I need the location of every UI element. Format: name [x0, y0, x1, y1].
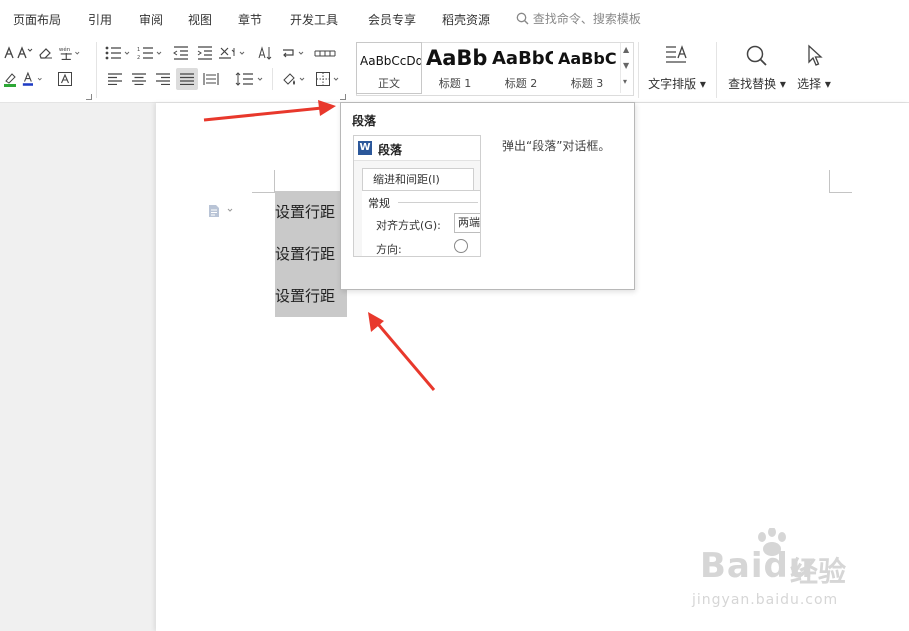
ribbon-separator	[638, 42, 639, 98]
menu-docer[interactable]: 稻壳资源	[442, 11, 490, 28]
paragraph-line[interactable]: 设置行距	[275, 233, 347, 275]
increase-indent-icon[interactable]	[194, 42, 216, 64]
paragraph-dialog-launcher-icon[interactable]	[340, 94, 346, 100]
menu-section[interactable]: 章节	[238, 11, 262, 28]
dialog-preview-tab: 缩进和间距(I)	[362, 168, 474, 191]
group-divider	[398, 202, 478, 203]
dialog-preview-align-value: 两端对齐	[454, 213, 480, 233]
paragraph-line[interactable]: 设置行距	[275, 191, 347, 233]
highlight-color-icon[interactable]	[0, 68, 22, 90]
styles-gallery: AaBbCcDd 正文 AaBb 标题 1 AaBbC 标题 2 AaBbC 标…	[356, 42, 634, 96]
ribbon-separator	[272, 68, 273, 90]
cursor-arrow-icon	[794, 44, 834, 71]
menu-bar: 页面布局 引用 审阅 视图 章节 开发工具 会员专享 稻壳资源 查找命令、搜索模…	[0, 0, 909, 38]
dialog-preview-direction-label: 方向:	[376, 243, 402, 256]
svg-text:2: 2	[137, 55, 140, 60]
show-marks-icon[interactable]	[280, 42, 308, 64]
style-normal[interactable]: AaBbCcDd 正文	[356, 42, 422, 94]
style-heading-1[interactable]: AaBb 标题 1	[423, 43, 487, 93]
align-center-icon[interactable]	[128, 68, 150, 90]
align-left-icon[interactable]	[104, 68, 126, 90]
line-spacing-icon[interactable]	[234, 68, 266, 90]
text-layout-icon	[646, 44, 708, 71]
tooltip-title: 段落	[352, 114, 377, 128]
dialog-preview-title: 段落	[378, 143, 403, 157]
paragraph-dialog-preview: W 段落 缩进和间距(I) 常规 对齐方式(G): 两端对齐 方向:	[353, 135, 481, 257]
phonetic-guide-icon[interactable]: wén	[58, 42, 80, 64]
border-icon[interactable]	[314, 68, 344, 90]
table-tools-icon[interactable]	[312, 42, 338, 64]
style-sample: AaBbC	[558, 49, 617, 68]
style-name: 正文	[378, 77, 400, 90]
dialog-preview-group: 常规	[368, 197, 390, 210]
align-justify-icon[interactable]	[176, 68, 198, 90]
ribbon-separator	[716, 42, 717, 98]
find-replace-label: 查找替换	[728, 77, 777, 91]
search-icon	[726, 44, 788, 71]
watermark-url: jingyan.baidu.com	[692, 592, 839, 608]
shading-icon[interactable]	[280, 68, 310, 90]
chevron-up-icon[interactable]: ▲	[623, 45, 629, 54]
menu-page-layout[interactable]: 页面布局	[13, 11, 61, 28]
page-margin-corner-left	[252, 170, 275, 193]
menu-member[interactable]: 会员专享	[368, 11, 416, 28]
text-layout-button[interactable]: 文字排版 ▾	[646, 44, 708, 92]
align-right-icon[interactable]	[152, 68, 174, 90]
clear-format-icon[interactable]	[34, 42, 56, 64]
command-search[interactable]: 查找命令、搜索模板	[516, 10, 641, 27]
svg-text:wén: wén	[59, 46, 71, 53]
sort-icon[interactable]	[254, 42, 276, 64]
tooltip-description: 弹出“段落”对话框。	[502, 139, 611, 153]
paragraph-tooltip: 段落 弹出“段落”对话框。 W 段落 缩进和间距(I) 常规 对齐方式(G): …	[340, 102, 635, 290]
numbered-list-icon[interactable]: 12	[136, 42, 164, 64]
styles-gallery-scroll[interactable]: ▲ ▼ ▾	[620, 43, 633, 93]
chevron-down-icon[interactable]: ▼	[623, 61, 629, 70]
decrease-indent-icon[interactable]	[170, 42, 192, 64]
font-color-icon[interactable]	[22, 68, 44, 90]
character-border-icon[interactable]	[54, 68, 76, 90]
page-margin-corner-right	[829, 170, 852, 193]
style-heading-3[interactable]: AaBbC 标题 3	[555, 43, 619, 93]
ribbon-toolbar: wén 12 AaBbCcDd 正文 AaBb 标题 1 AaBbC 标题 2 …	[0, 38, 909, 103]
style-sample: AaBbC	[492, 48, 553, 69]
style-name: 标题 1	[438, 77, 472, 90]
ribbon-separator	[96, 42, 97, 98]
find-replace-button[interactable]: 查找替换 ▾	[726, 44, 788, 92]
style-sample: AaBb	[426, 46, 487, 70]
search-placeholder: 查找命令、搜索模板	[532, 12, 641, 26]
baidu-jingyan-watermark: Baidu 经验 jingyan.baidu.com	[692, 528, 892, 618]
dialog-preview-align-label: 对齐方式(G):	[376, 219, 441, 232]
expand-gallery-icon[interactable]: ▾	[623, 77, 627, 86]
svg-text:1: 1	[137, 47, 140, 53]
style-sample: AaBbCcDd	[360, 54, 421, 68]
menu-view[interactable]: 视图	[188, 11, 212, 28]
dialog-preview-radio	[454, 239, 468, 253]
distributed-align-icon[interactable]	[200, 68, 222, 90]
text-layout-label: 文字排版	[648, 77, 697, 91]
watermark-brand-cn: 经验	[790, 555, 847, 588]
paragraph-line[interactable]: 设置行距	[275, 275, 347, 317]
dialog-preview-header: W 段落	[354, 136, 480, 161]
menu-developer[interactable]: 开发工具	[290, 11, 338, 28]
style-heading-2[interactable]: AaBbC 标题 2	[489, 43, 553, 93]
select-button[interactable]: 选择 ▾	[794, 44, 834, 92]
font-dialog-launcher-icon[interactable]	[86, 94, 92, 100]
bullet-list-icon[interactable]	[104, 42, 132, 64]
style-name: 标题 2	[504, 77, 538, 90]
menu-references[interactable]: 引用	[88, 11, 112, 28]
style-name: 标题 3	[570, 77, 604, 90]
select-label: 选择	[797, 77, 822, 91]
font-size-decrease-icon[interactable]	[14, 42, 36, 64]
chinese-layout-icon[interactable]	[218, 42, 248, 64]
wps-writer-logo-icon: W	[358, 141, 372, 155]
dialog-preview-body: 常规 对齐方式(G): 两端对齐 方向:	[362, 190, 480, 256]
search-icon	[516, 12, 533, 26]
document-icon[interactable]	[208, 204, 238, 221]
menu-review[interactable]: 审阅	[139, 11, 163, 28]
